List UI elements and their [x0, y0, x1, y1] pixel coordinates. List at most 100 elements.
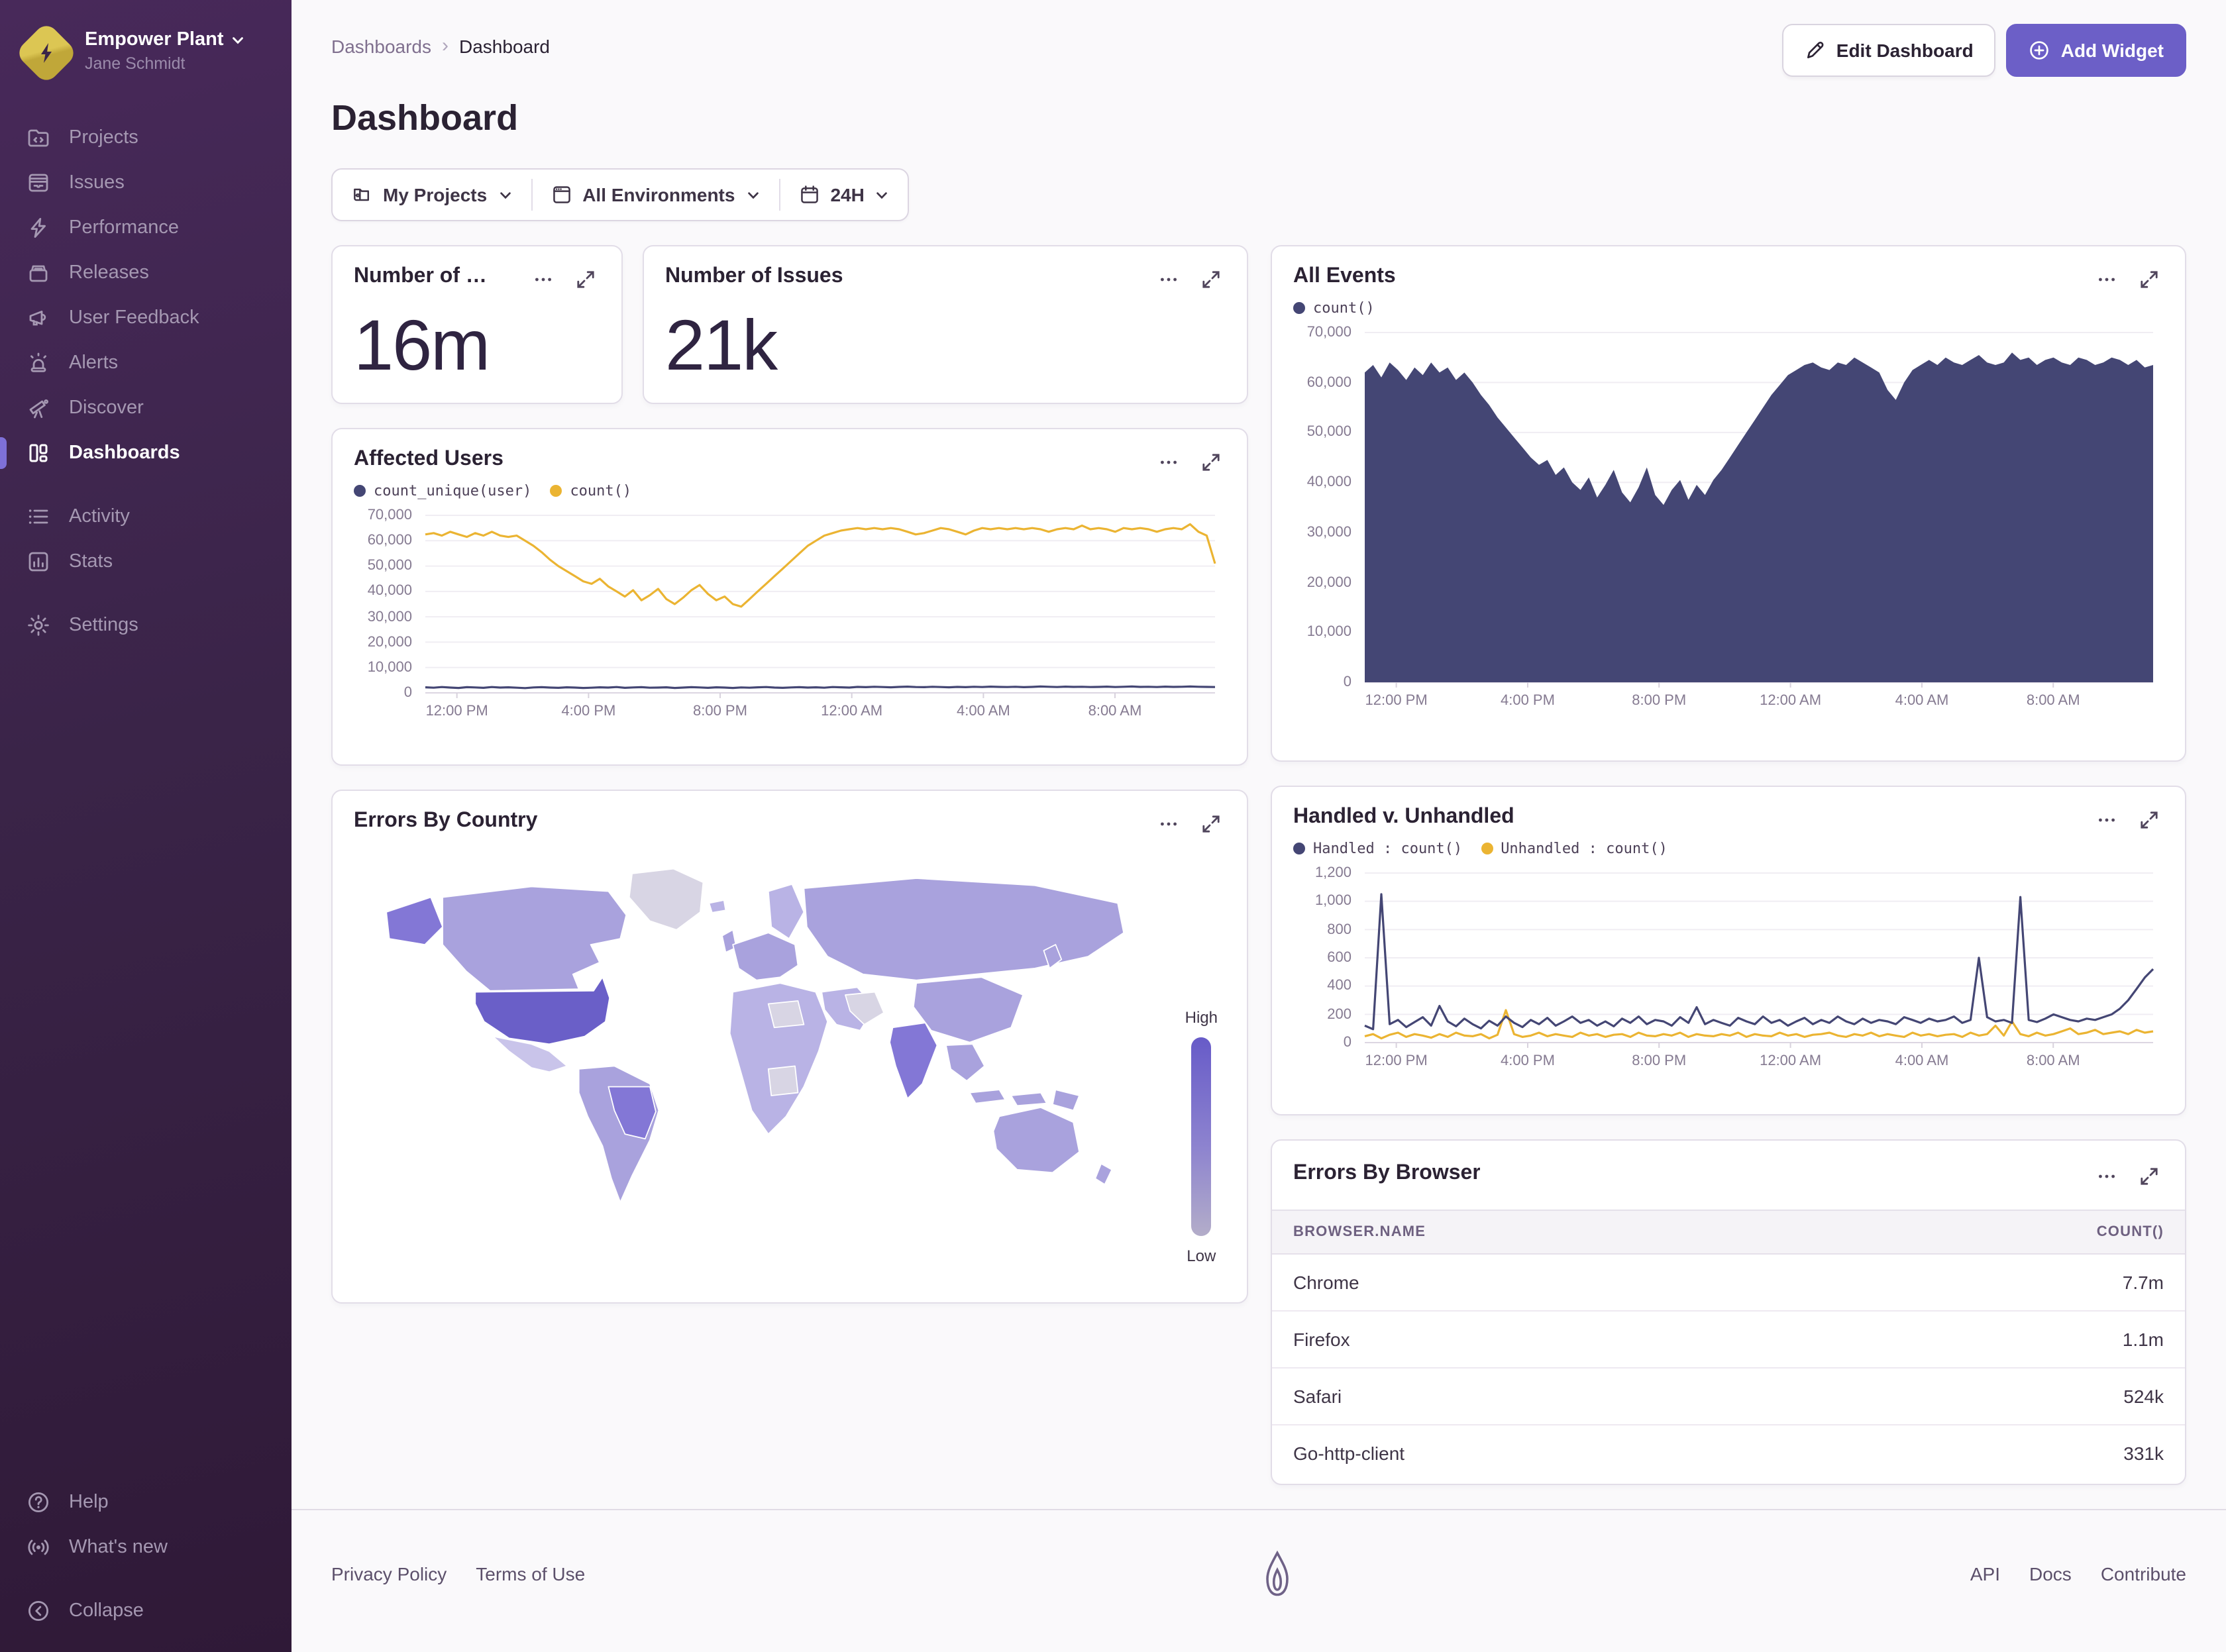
legend-item[interactable]: count() — [1293, 299, 1375, 317]
ellipsis-icon — [2097, 270, 2116, 289]
sidebar-item-label: Help — [69, 1492, 109, 1513]
region-europe[interactable] — [733, 933, 798, 980]
country-canada[interactable] — [443, 886, 626, 990]
handled-unhandled-chart[interactable]: 1,2001,000800600400200012:00 PM4:00 PM8:… — [1293, 862, 2164, 1077]
table-row[interactable]: Chrome 7.7m — [1272, 1255, 2185, 1312]
affected-users-chart[interactable]: 70,00060,00050,00040,00030,00020,00010,0… — [354, 505, 1226, 727]
x-axis-tick-label: 4:00 PM — [1481, 1053, 1574, 1069]
all-events-chart[interactable]: 70,00060,00050,00040,00030,00020,00010,0… — [1293, 322, 2164, 717]
country-new-zealand[interactable] — [1095, 1164, 1112, 1184]
sidebar-item-whats-new[interactable]: What's new — [0, 1525, 292, 1570]
legend-item[interactable]: Handled : count() — [1293, 840, 1462, 857]
country-alaska[interactable] — [386, 898, 443, 945]
affected-plot[interactable] — [354, 505, 1226, 727]
card-menu-button[interactable] — [2092, 1162, 2121, 1191]
sidebar-item-alerts[interactable]: Alerts — [0, 340, 292, 386]
chevron-down-icon — [231, 32, 245, 47]
card-title: Handled v. Unhandled — [1293, 805, 1514, 829]
legend-item[interactable]: Unhandled : count() — [1481, 840, 1668, 857]
card-expand-button[interactable] — [2135, 265, 2164, 294]
org-switcher[interactable]: Empower Plant Jane Schmidt — [0, 0, 292, 76]
browser-name: Chrome — [1293, 1272, 1359, 1293]
country-png[interactable] — [1053, 1090, 1079, 1110]
column-count[interactable]: COUNT() — [2097, 1224, 2164, 1240]
edit-dashboard-button[interactable]: Edit Dashboard — [1782, 24, 1996, 77]
x-axis-tick-label: 12:00 AM — [806, 703, 898, 719]
contribute-link[interactable]: Contribute — [2101, 1563, 2186, 1584]
lightning-bolt-icon — [34, 41, 58, 65]
table-row[interactable]: Safari 524k — [1272, 1368, 2185, 1425]
privacy-policy-link[interactable]: Privacy Policy — [331, 1563, 447, 1584]
api-link[interactable]: API — [1970, 1563, 2000, 1584]
x-axis-tick-label: 12:00 AM — [1744, 693, 1837, 709]
country-india[interactable] — [890, 1023, 937, 1098]
project-filter[interactable]: My Projects — [333, 170, 531, 220]
calendar-icon — [798, 184, 820, 205]
region-indonesia-west[interactable] — [970, 1090, 1006, 1104]
card-menu-button[interactable] — [1154, 809, 1183, 839]
sidebar-item-stats[interactable]: Stats — [0, 539, 292, 584]
sidebar-item-performance[interactable]: Performance — [0, 205, 292, 250]
terms-of-use-link[interactable]: Terms of Use — [476, 1563, 585, 1584]
chart-legend: Handled : count() Unhandled : count() — [1293, 840, 2164, 857]
sidebar-item-user-feedback[interactable]: User Feedback — [0, 295, 292, 340]
card-menu-button[interactable] — [2092, 805, 2121, 835]
sidebar-item-releases[interactable]: Releases — [0, 250, 292, 295]
docs-link[interactable]: Docs — [2029, 1563, 2072, 1584]
x-axis-tick-label: 12:00 AM — [1744, 1053, 1837, 1069]
app-window: Empower Plant Jane Schmidt Projects — [0, 0, 2226, 1652]
y-axis-tick-label: 20,000 — [1293, 574, 1352, 590]
column-browser-name[interactable]: BROWSER.NAME — [1293, 1224, 1426, 1240]
card-expand-button[interactable] — [2135, 805, 2164, 835]
region-scandinavia[interactable] — [768, 884, 804, 939]
table-row[interactable]: Go-http-client 331k — [1272, 1425, 2185, 1481]
sidebar-item-discover[interactable]: Discover — [0, 386, 292, 431]
handled-plot[interactable] — [1293, 862, 2164, 1077]
region-indonesia-east[interactable] — [1011, 1093, 1047, 1106]
card-expand-button[interactable] — [1196, 448, 1226, 477]
country-greenland[interactable] — [629, 869, 704, 930]
region-central-africa[interactable] — [768, 1066, 798, 1096]
page-title: Dashboard — [292, 77, 2226, 139]
card-menu-button[interactable] — [1154, 265, 1183, 294]
sidebar-item-issues[interactable]: Issues — [0, 160, 292, 205]
table-row[interactable]: Firefox 1.1m — [1272, 1312, 2185, 1368]
sidebar-item-projects[interactable]: Projects — [0, 115, 292, 160]
card-expand-button[interactable] — [1196, 809, 1226, 839]
sidebar-item-activity[interactable]: Activity — [0, 494, 292, 539]
card-expand-button[interactable] — [1196, 265, 1226, 294]
country-iceland[interactable] — [709, 900, 725, 913]
y-axis-tick-label: 1,000 — [1293, 894, 1352, 909]
card-menu-button[interactable] — [1154, 448, 1183, 477]
sidebar-collapse-button[interactable]: Collapse — [0, 1588, 292, 1633]
card-expand-button[interactable] — [571, 265, 600, 294]
card-menu-button[interactable] — [2092, 265, 2121, 294]
user-feedback-icon — [26, 306, 50, 330]
country-russia[interactable] — [804, 878, 1124, 980]
legend-item[interactable]: count_unique(user) — [354, 482, 531, 499]
breadcrumb-dashboards[interactable]: Dashboards — [331, 35, 431, 56]
sidebar-item-help[interactable]: Help — [0, 1480, 292, 1525]
time-range-filter[interactable]: 24H — [780, 170, 908, 220]
help-icon — [26, 1490, 50, 1514]
sentry-logo — [1258, 1547, 1298, 1600]
sidebar-item-settings[interactable]: Settings — [0, 603, 292, 648]
browser-count: 1.1m — [2123, 1329, 2164, 1350]
x-axis-tick-label: 12:00 PM — [1350, 693, 1443, 709]
y-axis-tick-label: 0 — [1293, 1035, 1352, 1051]
filter-bar: My Projects All Environments — [331, 168, 910, 221]
legend-item[interactable]: count() — [550, 482, 631, 499]
environment-filter[interactable]: All Environments — [532, 170, 778, 220]
y-axis-tick-label: 30,000 — [1293, 525, 1352, 541]
add-widget-button[interactable]: Add Widget — [2007, 24, 2186, 77]
card-expand-button[interactable] — [2135, 1162, 2164, 1191]
region-se-asia[interactable] — [946, 1044, 984, 1080]
all-events-plot[interactable] — [1293, 322, 2164, 717]
region-north-africa[interactable] — [768, 1001, 804, 1027]
world-map[interactable] — [354, 849, 1136, 1253]
world-map-container[interactable]: High Low — [354, 849, 1226, 1273]
card-title: Errors By Browser — [1293, 1162, 1481, 1191]
sidebar-item-dashboards[interactable]: Dashboards — [0, 431, 292, 476]
country-australia[interactable] — [993, 1108, 1079, 1172]
card-menu-button[interactable] — [529, 265, 558, 294]
